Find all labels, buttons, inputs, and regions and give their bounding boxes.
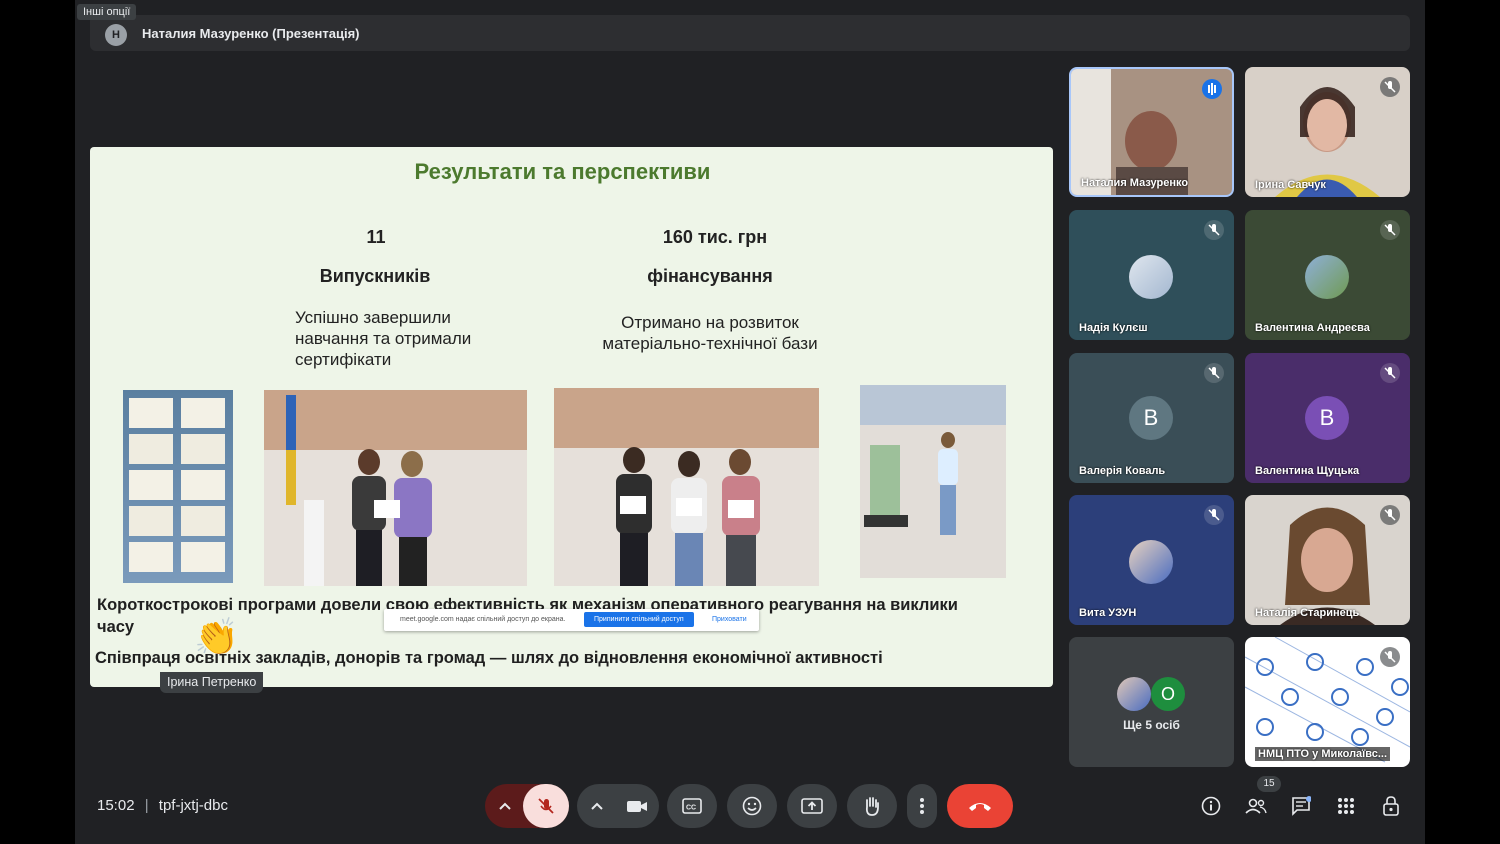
- shared-presentation-slide: Результати та перспективи 11 Випускників…: [90, 147, 1053, 687]
- participant-tile[interactable]: Наталія Старинець: [1245, 495, 1410, 625]
- other-options-tooltip: Інші опції: [77, 4, 137, 20]
- participant-tile[interactable]: Вита УЗУН: [1069, 495, 1234, 625]
- reaction-name-chip: Ірина Петренко: [160, 672, 264, 693]
- mic-off-icon: [538, 798, 554, 814]
- meeting-separator: |: [144, 797, 149, 814]
- slide-title: Результати та перспективи: [414, 159, 711, 184]
- participant-count-badge: 15: [1257, 776, 1281, 792]
- chat-icon: [1292, 796, 1311, 816]
- raise-hand-button[interactable]: [847, 784, 897, 828]
- participant-name: Вита УЗУН: [1079, 607, 1137, 619]
- certificates-photo: [123, 390, 233, 583]
- participant-avatar: В: [1129, 396, 1173, 440]
- clap-reaction-icon: 👏: [194, 616, 239, 657]
- mic-off-icon: [1380, 647, 1400, 667]
- host-controls-button[interactable]: [1375, 790, 1407, 822]
- mic-off-icon: [1380, 363, 1400, 383]
- participant-tile[interactable]: Ірина Савчук: [1245, 67, 1410, 197]
- participant-name: Ірина Савчук: [1255, 179, 1326, 191]
- screen-share-bar: meet.google.com надає спільний доступ до…: [384, 609, 759, 631]
- meeting-time: 15:02: [97, 797, 135, 814]
- presenter-avatar: Н: [105, 24, 127, 46]
- participant-name: Наталія Старинець: [1255, 607, 1360, 619]
- participant-avatar: [1129, 540, 1173, 584]
- present-icon: [787, 784, 837, 828]
- mic-off-button[interactable]: [523, 784, 569, 828]
- chat-button[interactable]: [1285, 790, 1317, 822]
- more-participants-label: Ще 5 осіб: [1123, 718, 1180, 732]
- participant-tile[interactable]: НМЦ ПТО у Миколаївс...: [1245, 637, 1410, 767]
- captions-icon: CC: [667, 784, 717, 828]
- end-call-icon: [947, 784, 1013, 828]
- svg-text:CC: CC: [686, 805, 696, 812]
- mic-off-icon: [1380, 220, 1400, 240]
- camera-control-group: [577, 784, 659, 828]
- graduates-photo-1: [264, 390, 527, 586]
- mic-off-icon: [1380, 505, 1400, 525]
- host-controls-icon: [1383, 796, 1399, 816]
- participant-name: Валерія Коваль: [1079, 465, 1166, 477]
- participant-avatar: В: [1305, 396, 1349, 440]
- stat2-label: фінансування: [647, 266, 773, 286]
- raise-hand-icon: [847, 784, 897, 828]
- speaking-indicator-icon: [1202, 79, 1222, 99]
- participant-tile[interactable]: Наталия Мазуренко: [1069, 67, 1234, 197]
- meeting-details-button[interactable]: [1195, 790, 1227, 822]
- stat1-value: 11: [366, 227, 386, 247]
- hide-share-bar-button[interactable]: Приховати: [712, 616, 747, 623]
- end-call-button[interactable]: [947, 784, 1013, 828]
- captions-button[interactable]: CC: [667, 784, 717, 828]
- mic-off-icon: [1204, 220, 1224, 240]
- camera-icon: [627, 801, 647, 812]
- info-icon: [1201, 796, 1221, 816]
- participant-name: НМЦ ПТО у Миколаївс...: [1255, 747, 1391, 761]
- participant-tile[interactable]: Надія Кулєш: [1069, 210, 1234, 340]
- mic-off-icon: [1204, 363, 1224, 383]
- mic-control-group: [485, 784, 569, 828]
- stop-sharing-button[interactable]: Припинити спільний доступ: [584, 612, 694, 627]
- stat2-description: Отримано на розвиток матеріально-технічн…: [602, 313, 818, 353]
- meeting-code[interactable]: tpf-jxtj-dbc: [159, 797, 228, 814]
- graduates-photo-2: [554, 388, 819, 586]
- reactions-button[interactable]: [727, 784, 777, 828]
- mic-off-icon: [1204, 505, 1224, 525]
- emoji-icon: [727, 784, 777, 828]
- stat2-value: 160 тис. грн: [662, 227, 768, 247]
- participant-tile[interactable]: В Валерія Коваль: [1069, 353, 1234, 483]
- stat1-label: Випускників: [319, 266, 431, 286]
- participant-name: Надія Кулєш: [1079, 322, 1148, 334]
- chevron-up-icon[interactable]: [485, 784, 525, 828]
- activities-button[interactable]: [1330, 790, 1362, 822]
- participant-avatar: [1129, 255, 1173, 299]
- participant-avatar: [1117, 677, 1151, 711]
- participant-avatar: [1305, 255, 1349, 299]
- stat1-description: Успішно завершили навчання та отримали с…: [295, 308, 472, 369]
- presenter-label: Наталия Мазуренко (Презентація): [142, 26, 360, 41]
- participant-tile[interactable]: Валентина Андреєва: [1245, 210, 1410, 340]
- people-button[interactable]: [1240, 790, 1272, 822]
- chevron-up-icon[interactable]: [577, 784, 617, 828]
- participant-avatar: О: [1151, 677, 1185, 711]
- people-icon: [1245, 798, 1267, 814]
- participant-tile[interactable]: В Валентина Щуцька: [1245, 353, 1410, 483]
- more-participants-tile[interactable]: О Ще 5 осіб: [1069, 637, 1234, 767]
- camera-button[interactable]: [615, 784, 659, 828]
- mic-off-icon: [1380, 77, 1400, 97]
- participant-name: Валентина Щуцька: [1255, 465, 1360, 477]
- activities-icon: [1338, 798, 1354, 814]
- more-vert-icon: [907, 784, 937, 828]
- graduates-photo-3: [860, 385, 1006, 578]
- share-message: meet.google.com надає спільний доступ до…: [400, 616, 566, 623]
- participant-name: Наталия Мазуренко: [1081, 177, 1189, 189]
- participant-name: Валентина Андреєва: [1255, 322, 1370, 334]
- meet-window: Інші опції Н Наталия Мазуренко (Презента…: [75, 0, 1425, 844]
- meeting-info: 15:02 | tpf-jxtj-dbc: [97, 797, 228, 814]
- more-options-button[interactable]: [907, 784, 937, 828]
- present-button[interactable]: [787, 784, 837, 828]
